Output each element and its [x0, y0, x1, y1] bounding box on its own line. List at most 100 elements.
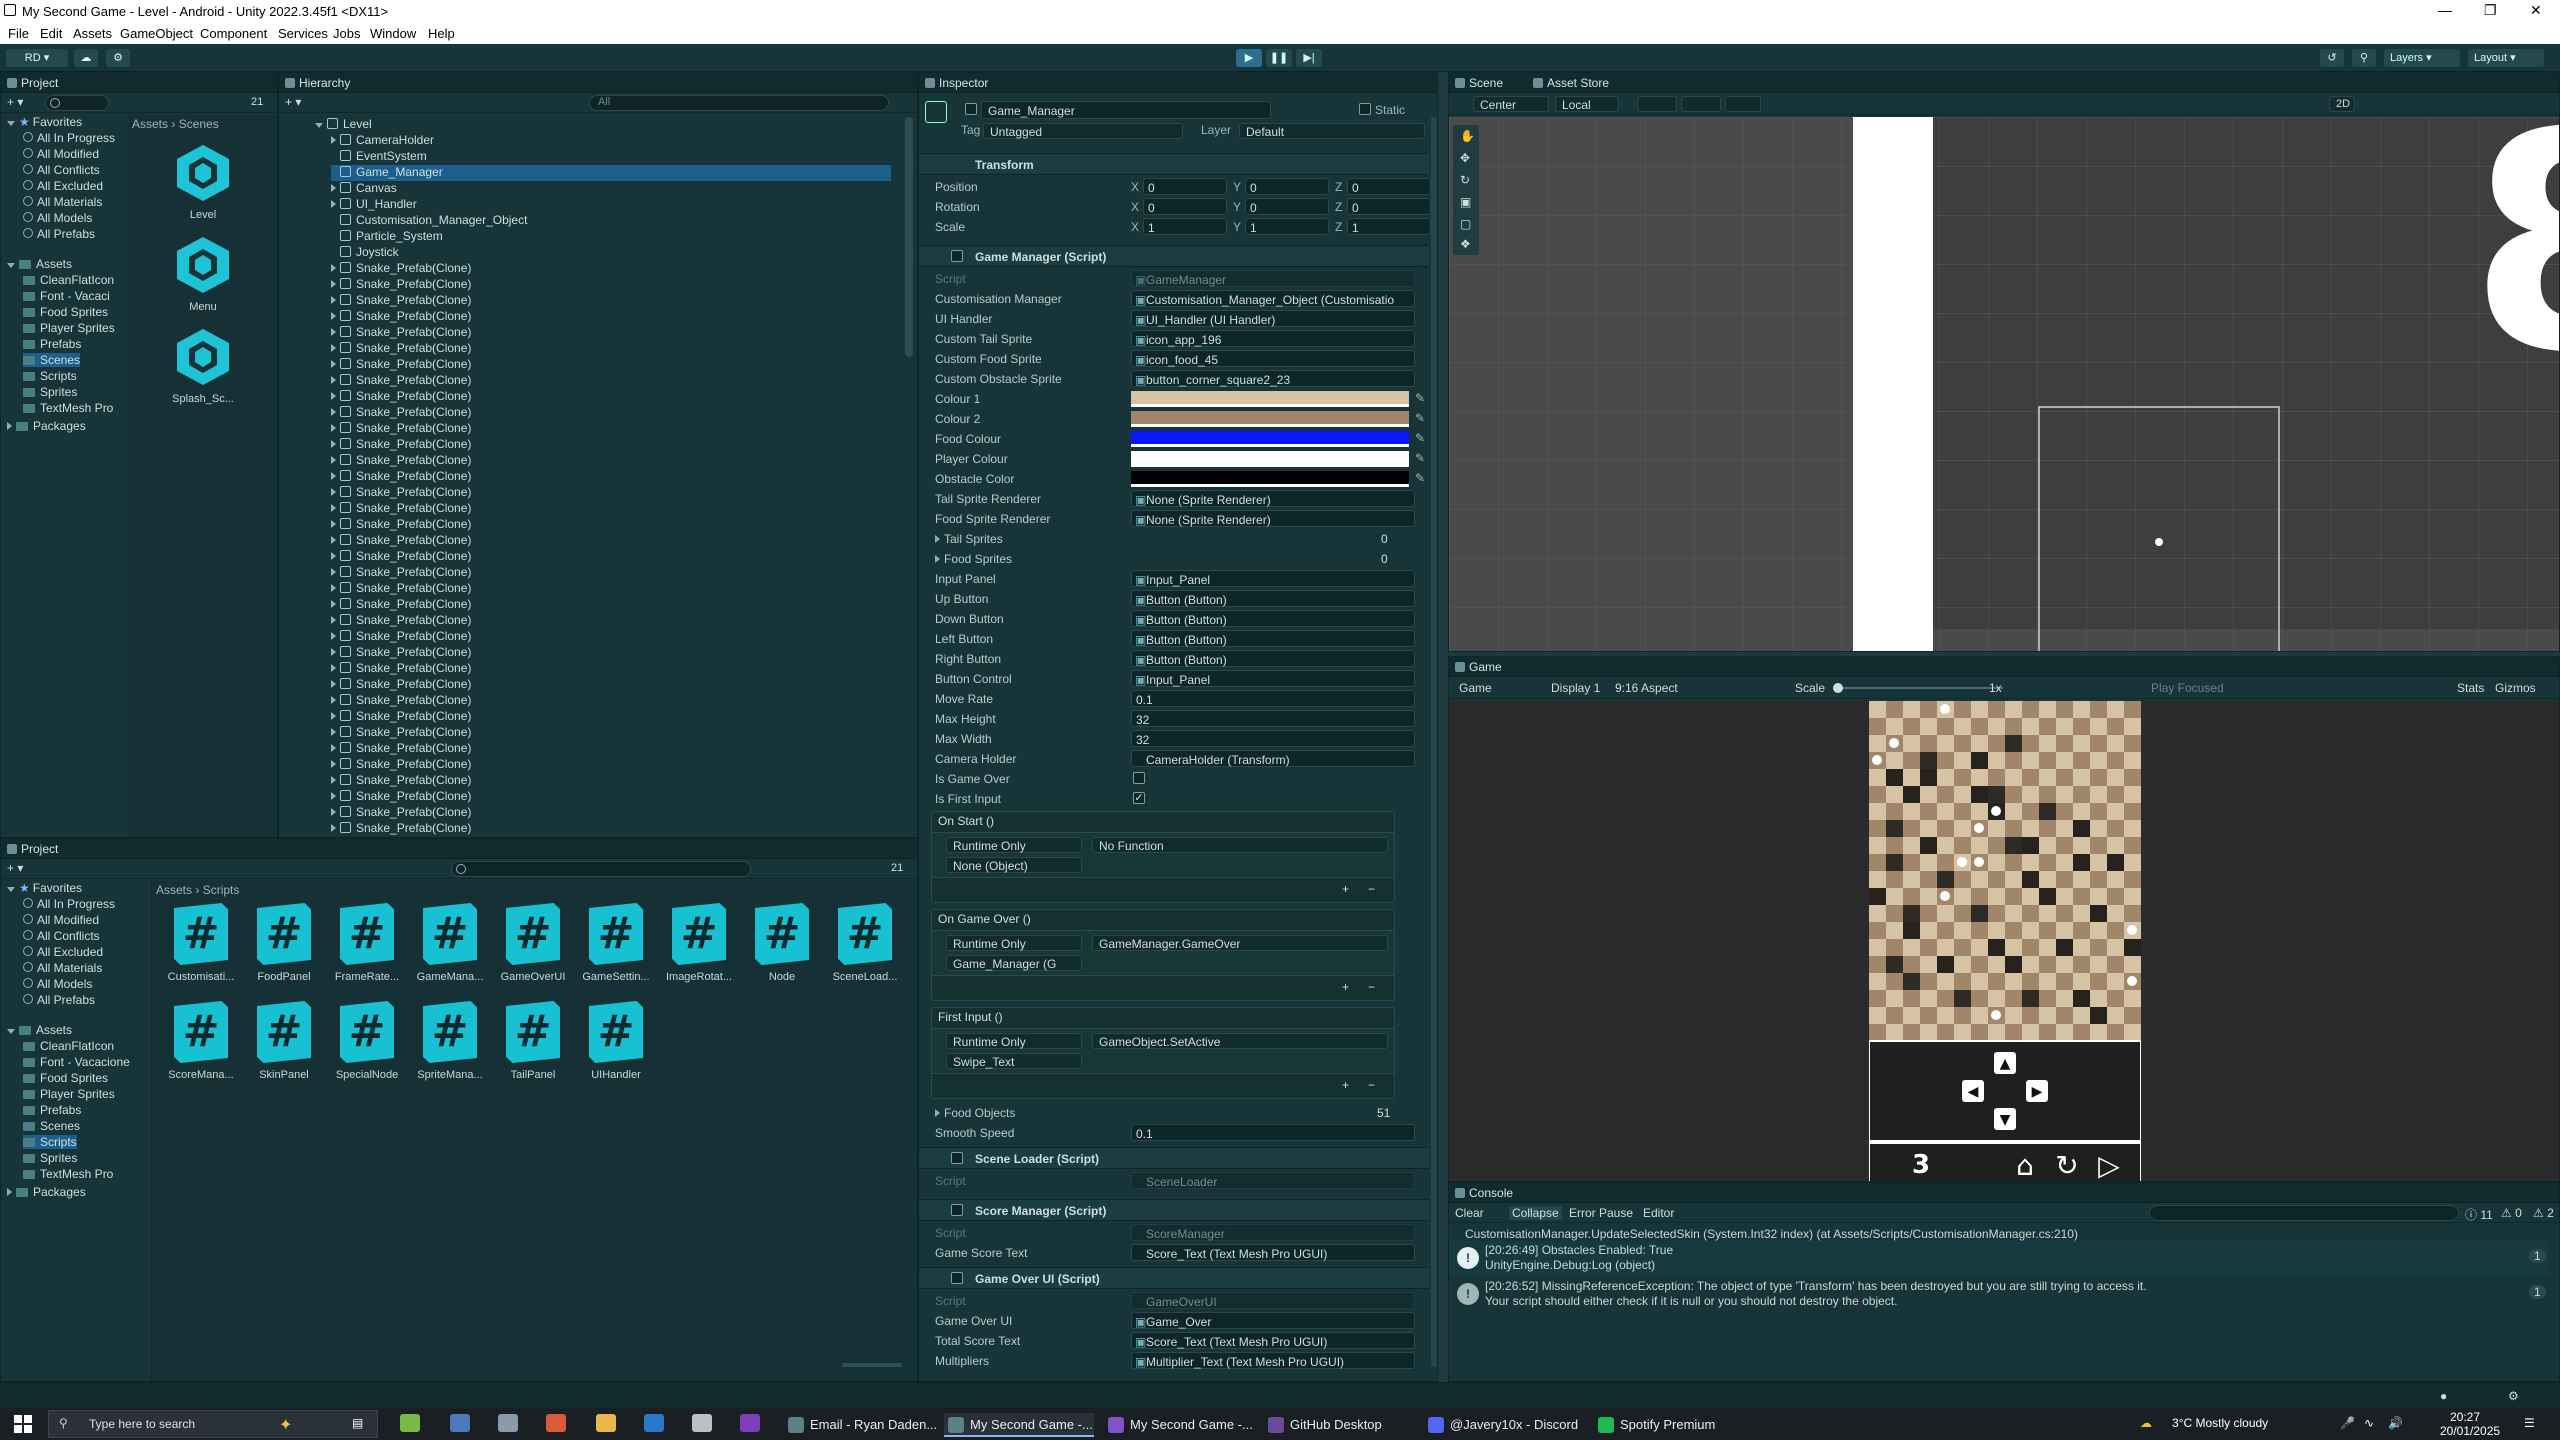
mail-icon[interactable]	[692, 1414, 712, 1432]
app-icon[interactable]	[498, 1414, 518, 1432]
expand-arrow-icon[interactable]	[331, 680, 336, 688]
eyedropper-icon[interactable]: ✎	[1415, 391, 1425, 405]
number-field[interactable]: 32	[1131, 710, 1415, 727]
favorite-item[interactable]: All Materials	[23, 961, 102, 975]
close-button[interactable]: ✕	[2530, 2, 2542, 19]
taskbar-app-discord[interactable]: @Javery10x - Discord	[1424, 1413, 1584, 1437]
assets-folder-item[interactable]: Food Sprites	[23, 1071, 108, 1085]
hierarchy-item[interactable]: Snake_Prefab(Clone)	[331, 453, 891, 469]
menu-assets[interactable]: Assets	[73, 26, 112, 41]
snap-dropdown[interactable]	[1637, 96, 1677, 112]
hierarchy-item[interactable]: Snake_Prefab(Clone)	[331, 773, 891, 789]
hierarchy-item[interactable]: Snake_Prefab(Clone)	[331, 309, 891, 325]
hierarchy-item[interactable]: Snake_Prefab(Clone)	[331, 421, 891, 437]
remove-listener-button[interactable]: −	[1368, 980, 1375, 994]
expand-arrow-icon[interactable]	[331, 792, 336, 800]
hierarchy-item[interactable]: Snake_Prefab(Clone)	[331, 549, 891, 565]
eyedropper-icon[interactable]: ✎	[1415, 451, 1425, 465]
menu-component[interactable]: Component	[200, 26, 267, 41]
add-asset-button[interactable]: + ▾	[7, 861, 23, 875]
add-listener-button[interactable]: +	[1342, 1078, 1349, 1092]
y-value-field[interactable]: 0	[1245, 198, 1329, 215]
target-object-field[interactable]: Game_Manager (G	[946, 955, 1082, 971]
expand-arrow-icon[interactable]	[331, 296, 336, 304]
expand-arrow-icon[interactable]	[331, 136, 336, 144]
breadcrumb-assets[interactable]: Assets	[156, 883, 192, 897]
favorite-item[interactable]: All Materials	[23, 195, 102, 209]
hierarchy-search-input[interactable]: All	[589, 95, 889, 111]
expand-arrow-icon[interactable]	[331, 360, 336, 368]
hierarchy-item[interactable]: Snake_Prefab(Clone)	[331, 501, 891, 517]
favorites-header[interactable]: ★ Favorites	[7, 881, 82, 895]
hierarchy-item[interactable]: Snake_Prefab(Clone)	[331, 709, 891, 725]
display-number-dropdown[interactable]: Display 1	[1545, 680, 1605, 696]
object-field[interactable]: Score_Text (Text Mesh Pro UGUI) ▣	[1131, 1332, 1415, 1349]
add-listener-button[interactable]: +	[1342, 980, 1349, 994]
console-search-input[interactable]	[2149, 1205, 2459, 1221]
play-mode-dropdown[interactable]: Play Focused	[2145, 680, 2255, 696]
hierarchy-item[interactable]: Snake_Prefab(Clone)	[331, 645, 891, 661]
target-object-field[interactable]: Swipe_Text	[946, 1053, 1082, 1069]
tag-dropdown[interactable]: Untagged	[983, 123, 1183, 139]
clock-date[interactable]: 20/01/2025	[2440, 1424, 2500, 1438]
expand-arrow-icon[interactable]	[331, 312, 336, 320]
scale-slider[interactable]	[1833, 683, 2003, 693]
favorites-header[interactable]: ★ Favorites	[7, 115, 82, 129]
menu-gameobject[interactable]: GameObject	[120, 26, 193, 41]
step-button[interactable]: ▶|	[1296, 49, 1322, 67]
mic-icon[interactable]: 🎤	[2340, 1416, 2355, 1430]
z-value-field[interactable]: 0	[1347, 198, 1431, 215]
clock-time[interactable]: 20:27	[2450, 1410, 2480, 1424]
object-field[interactable]: Button (Button) ▣	[1131, 590, 1415, 607]
hierarchy-item[interactable]: Snake_Prefab(Clone)	[331, 805, 891, 821]
tab-scene[interactable]: Scene	[1451, 73, 1503, 93]
breadcrumb-scenes[interactable]: Scenes	[179, 117, 219, 131]
object-field[interactable]: Multiplier_Text (Text Mesh Pro UGUI) ▣	[1131, 1352, 1415, 1369]
favorite-item[interactable]: All Prefabs	[23, 993, 95, 1007]
2d-toggle[interactable]: 2D	[2329, 96, 2355, 112]
expand-arrow-icon[interactable]	[331, 600, 336, 608]
hierarchy-item[interactable]: Customisation_Manager_Object	[331, 213, 891, 229]
breadcrumb-scripts[interactable]: Scripts	[203, 883, 240, 897]
expand-arrow-icon[interactable]	[331, 184, 336, 192]
hierarchy-item[interactable]: Snake_Prefab(Clone)	[331, 437, 891, 453]
console-entry[interactable]: CustomisationManager.UpdateSelectedSkin …	[1449, 1225, 2549, 1241]
y-value-field[interactable]: 0	[1245, 178, 1329, 195]
assets-folder-item[interactable]: Player Sprites	[23, 321, 115, 335]
colour-swatch[interactable]	[1131, 411, 1409, 427]
function-dropdown[interactable]: GameObject.SetActive	[1092, 1033, 1388, 1049]
hierarchy-item[interactable]: Snake_Prefab(Clone)	[331, 517, 891, 533]
assets-folder-item[interactable]: TextMesh Pro	[23, 1167, 113, 1181]
favorite-item[interactable]: All Models	[23, 977, 92, 991]
scene-loader-header[interactable]: Scene Loader (Script)	[919, 1147, 1429, 1169]
script-asset[interactable]: # Node	[743, 903, 821, 983]
favorite-item[interactable]: All Excluded	[23, 179, 103, 193]
minimize-button[interactable]: —	[2438, 2, 2452, 18]
rect-tool-icon[interactable]: ▢	[1460, 217, 1471, 231]
script-asset[interactable]: # SpecialNode	[328, 1001, 406, 1081]
tab-project-bottom[interactable]: Project	[3, 839, 58, 859]
script-asset[interactable]: # ScoreMana...	[162, 1001, 240, 1081]
eyedropper-icon[interactable]: ✎	[1415, 431, 1425, 445]
array-size[interactable]: 51	[1377, 1106, 1390, 1120]
array-size[interactable]: 0	[1381, 532, 1388, 546]
pause-button[interactable]: ❚❚	[1266, 49, 1292, 67]
assets-folder-item[interactable]: Prefabs	[23, 1103, 81, 1117]
runtime-dropdown[interactable]: Runtime Only	[946, 837, 1082, 853]
assets-folder-item[interactable]: Font - Vacaci	[23, 289, 110, 303]
score-manager-header[interactable]: Score Manager (Script)	[919, 1199, 1429, 1221]
add-asset-button[interactable]: + ▾	[7, 95, 23, 109]
notification-icon[interactable]: ⚙	[2508, 1389, 2519, 1403]
hierarchy-item[interactable]: Particle_System	[331, 229, 891, 245]
hierarchy-item[interactable]: Snake_Prefab(Clone)	[331, 325, 891, 341]
component-enabled-checkbox[interactable]	[951, 1152, 963, 1164]
expand-arrow-icon[interactable]	[331, 568, 336, 576]
weather-text[interactable]: 3°C Mostly cloudy	[2172, 1416, 2268, 1430]
hierarchy-item[interactable]: Joystick	[331, 245, 891, 261]
breadcrumb-assets[interactable]: Assets	[132, 117, 168, 131]
transform-tool-icon[interactable]: ❖	[1460, 237, 1471, 251]
scene-asset[interactable]: Level	[164, 141, 242, 221]
array-field-row[interactable]: Food Sprites 0	[919, 549, 1429, 569]
menu-help[interactable]: Help	[428, 26, 455, 41]
expand-arrow-icon[interactable]	[331, 744, 336, 752]
